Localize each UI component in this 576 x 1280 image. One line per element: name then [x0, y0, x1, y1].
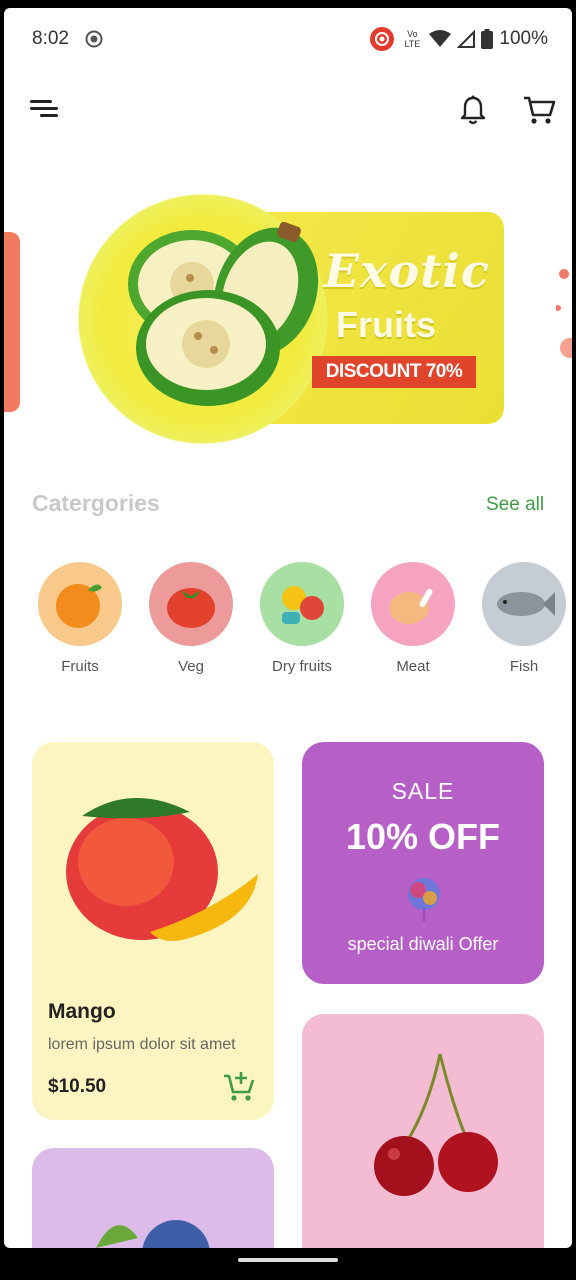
- status-time: 8:02: [32, 28, 69, 49]
- add-to-cart-icon[interactable]: [222, 1070, 256, 1104]
- status-icons: Vo LTE 100%: [369, 26, 548, 52]
- category-label: Meat: [396, 658, 430, 675]
- promo-subtitle: special diwali Offer: [347, 934, 499, 954]
- record-indicator-icon: [370, 27, 395, 51]
- category-list: Fruits Veg Dry fruits Meat Fish: [38, 562, 572, 682]
- banner-carousel[interactable]: Exotic Fruits DISCOUNT 70%: [4, 188, 572, 458]
- battery-percent: 100%: [499, 28, 548, 49]
- status-bar: 8:02 Vo LTE 100%: [4, 8, 572, 70]
- home-gesture-handle[interactable]: [238, 1258, 338, 1262]
- product-price: $10.50: [48, 1076, 107, 1097]
- wifi-icon: [429, 30, 452, 47]
- see-all-link[interactable]: See all: [486, 494, 544, 516]
- tomato-icon: [149, 562, 233, 646]
- app-screen: 8:02 Vo LTE 100% Exotic Fruits DISCOUNT …: [4, 8, 572, 1248]
- promo-discount: 10% OFF: [345, 816, 501, 857]
- sale-promo-card[interactable]: SALE 10% OFF special diwali Offer: [302, 742, 544, 984]
- guava-illustration: [128, 221, 319, 406]
- previous-banner[interactable]: [4, 232, 20, 412]
- category-label: Fruits: [61, 658, 99, 675]
- cart-icon[interactable]: [522, 94, 556, 126]
- network-type-label: Vo LTE: [404, 29, 421, 49]
- chicken-icon: [371, 562, 455, 646]
- discount-badge: DISCOUNT 70%: [312, 356, 476, 388]
- mango-image: [66, 797, 258, 941]
- category-meat[interactable]: Meat: [371, 562, 455, 675]
- product-description: lorem ipsum dolor sit amet: [48, 1036, 236, 1053]
- category-dry-fruits[interactable]: Dry fruits: [260, 562, 344, 675]
- category-label: Veg: [178, 658, 204, 675]
- cherry-image: [374, 1053, 498, 1196]
- menu-icon[interactable]: [28, 96, 60, 122]
- category-label: Dry fruits: [272, 658, 332, 675]
- orange-icon: [38, 562, 122, 646]
- next-banner[interactable]: [556, 268, 572, 388]
- system-nav-bar: [0, 1248, 576, 1280]
- product-card-mango[interactable]: Mango lorem ipsum dolor sit amet $10.50: [32, 742, 274, 1120]
- dry-fruits-icon: [260, 562, 344, 646]
- firework-icon: [408, 878, 440, 922]
- category-veg[interactable]: Veg: [149, 562, 233, 675]
- banner-title-line1: Exotic: [324, 244, 490, 298]
- category-label: Fish: [509, 658, 539, 675]
- signal-icon: [457, 30, 476, 48]
- banner-title-line2: Fruits: [336, 304, 437, 345]
- screen-record-icon: [85, 30, 103, 48]
- blueberry-image: [96, 1220, 210, 1248]
- battery-icon: [481, 29, 494, 49]
- promo-sale-label: SALE: [391, 778, 455, 804]
- fish-icon: [482, 562, 566, 646]
- categories-heading: Catergories: [32, 490, 160, 516]
- product-card-blueberry[interactable]: [32, 1148, 274, 1248]
- product-name: Mango: [48, 1000, 116, 1023]
- exotic-fruits-banner[interactable]: Exotic Fruits DISCOUNT 70%: [74, 188, 508, 458]
- category-fish[interactable]: Fish: [482, 562, 566, 675]
- product-card-cherry[interactable]: [302, 1014, 544, 1248]
- bell-icon[interactable]: [458, 94, 488, 126]
- category-fruits[interactable]: Fruits: [38, 562, 122, 675]
